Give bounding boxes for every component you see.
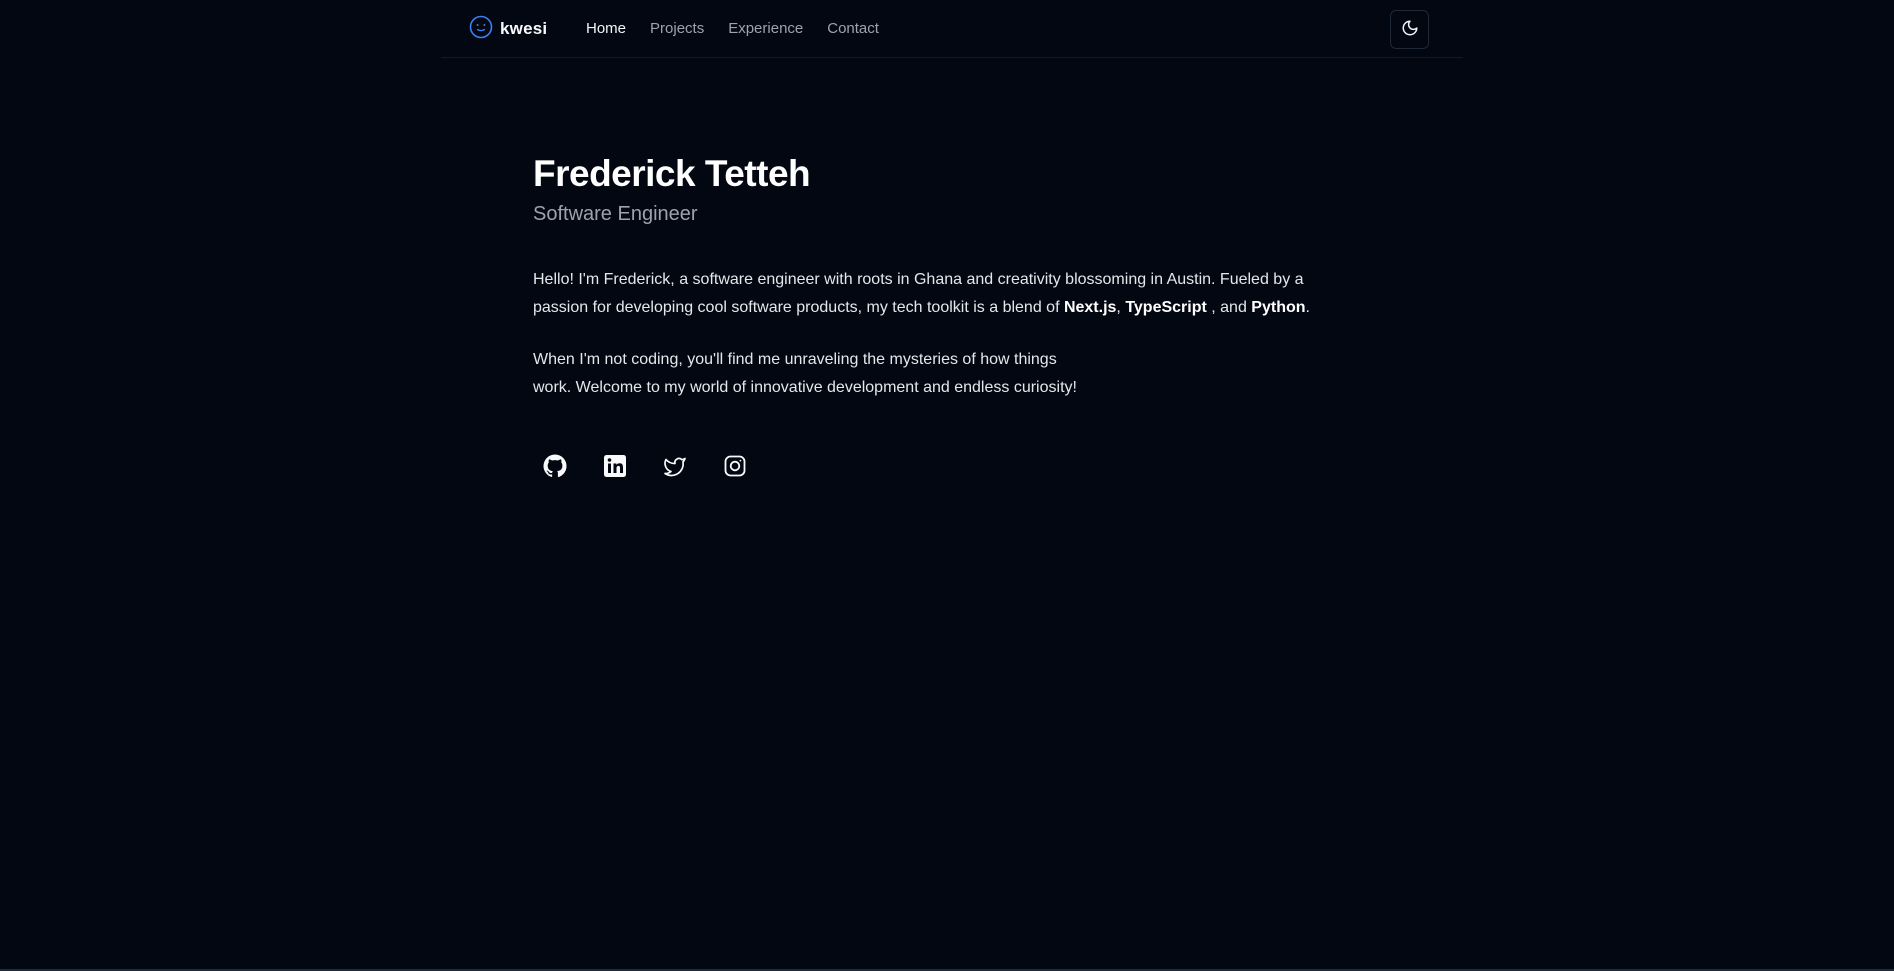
bio-sep-1: , bbox=[1116, 299, 1126, 316]
brand-name: kwesi bbox=[500, 19, 548, 38]
site-header: kwesi Home Projects Experience Contact bbox=[441, 0, 1463, 58]
bio-end: . bbox=[1305, 299, 1310, 316]
nav-link-experience[interactable]: Experience bbox=[728, 19, 803, 39]
tech-nextjs: Next.js bbox=[1063, 299, 1117, 316]
instagram-icon bbox=[723, 454, 747, 478]
theme-toggle-button[interactable] bbox=[1390, 10, 1429, 49]
tech-typescript: TypeScript bbox=[1125, 299, 1207, 316]
github-icon bbox=[543, 454, 567, 478]
brand-link[interactable]: kwesi bbox=[469, 15, 548, 44]
bio-paragraph-2: When I'm not coding, you'll find me unra… bbox=[533, 351, 1077, 396]
nav-link-contact[interactable]: Contact bbox=[827, 19, 879, 39]
smiley-logo-icon bbox=[469, 15, 493, 44]
hero-section: Frederick Tetteh Software Engineer Hello… bbox=[533, 150, 1363, 402]
twitter-icon bbox=[663, 454, 687, 478]
bio-paragraph: Hello! I'm Frederick, a software enginee… bbox=[533, 266, 1363, 322]
twitter-link[interactable] bbox=[653, 450, 697, 482]
moon-icon bbox=[1401, 19, 1419, 40]
instagram-link[interactable] bbox=[713, 450, 757, 482]
nav-link-home[interactable]: Home bbox=[586, 19, 626, 39]
job-title: Software Engineer bbox=[533, 203, 698, 225]
bio-sep-2: , and bbox=[1206, 299, 1252, 316]
linkedin-link[interactable] bbox=[593, 450, 637, 482]
social-links bbox=[533, 450, 757, 482]
tech-python: Python bbox=[1251, 299, 1306, 316]
github-link[interactable] bbox=[533, 450, 577, 482]
nav-link-projects[interactable]: Projects bbox=[650, 19, 704, 39]
page-title: Frederick Tetteh bbox=[533, 153, 811, 194]
main-nav: Home Projects Experience Contact bbox=[586, 19, 879, 39]
linkedin-icon bbox=[603, 454, 627, 478]
